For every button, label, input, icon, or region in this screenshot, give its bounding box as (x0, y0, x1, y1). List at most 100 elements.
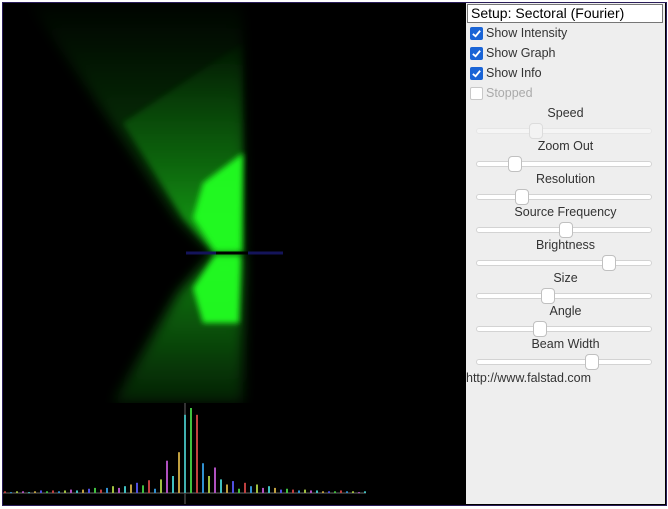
graph-bar (112, 486, 114, 493)
graph-bar (94, 487, 96, 493)
graph-bar (316, 490, 318, 493)
slider-thumb[interactable] (584, 354, 599, 370)
graph-bar (136, 482, 138, 493)
graph-bar (286, 488, 288, 493)
graph-bar (52, 490, 54, 493)
graph-bar (364, 491, 366, 493)
graph-bar (142, 485, 144, 493)
graph-bar (4, 491, 6, 493)
checkbox-checked-icon[interactable] (470, 66, 483, 80)
checkbox-label: Show Info (486, 66, 542, 80)
falstad-link[interactable]: http://www.falstad.com (466, 371, 591, 385)
slider-thumb[interactable] (532, 321, 547, 337)
graph-bar (196, 414, 198, 493)
graph-bar (130, 484, 132, 493)
graph-bar (118, 487, 120, 493)
checkbox-label: Show Graph (486, 46, 556, 60)
graph-bar (190, 408, 192, 493)
graph-bar (58, 491, 60, 493)
graph-bar (154, 488, 156, 493)
graph-bar (166, 460, 168, 493)
zoom-out-slider[interactable] (476, 156, 652, 172)
checkbox-label: Stopped (486, 86, 533, 100)
beam-width-slider[interactable] (476, 354, 652, 370)
checkbox-checked-icon[interactable] (470, 46, 483, 60)
resolution-slider[interactable] (476, 189, 652, 205)
speed-slider[interactable] (476, 123, 652, 139)
graph-bar (28, 492, 30, 494)
setup-select[interactable]: Setup: Sectoral (Fourier) (467, 4, 663, 23)
graph-bar (256, 484, 258, 493)
graph-bar (274, 487, 276, 493)
show-intensity-checkbox[interactable]: Show Intensity (470, 24, 567, 42)
slider-label: Source Frequency (514, 205, 617, 219)
graph-bar (46, 491, 48, 493)
graph-bar (352, 491, 354, 493)
graph-bar (178, 452, 180, 493)
checkbox-checked-icon[interactable] (470, 26, 483, 40)
control-panel: Setup: Sectoral (Fourier) Show Intensity… (466, 3, 665, 504)
slider-label: Angle (549, 304, 582, 318)
checkbox-unchecked-icon[interactable] (470, 86, 483, 100)
graph-bar (76, 490, 78, 493)
graph-bar (172, 476, 174, 493)
slider-thumb[interactable] (508, 156, 523, 172)
slider-thumb[interactable] (515, 189, 530, 205)
graph-bar (184, 414, 186, 493)
slider-thumb[interactable] (541, 288, 556, 304)
graph-bar (358, 492, 360, 494)
slider-label: Size (553, 271, 578, 285)
wave-intensity-field (28, 3, 243, 403)
graph-bar (280, 489, 282, 493)
graph-bar (268, 486, 270, 493)
checkbox-label: Show Intensity (486, 26, 568, 40)
graph-bar (34, 491, 36, 493)
graph-bar (16, 491, 18, 493)
graph-bar (214, 467, 216, 493)
stopped-checkbox[interactable]: Stopped (470, 84, 533, 102)
graph-bar (346, 491, 348, 493)
graph-bar (10, 492, 12, 494)
graph-bar (124, 486, 126, 493)
slider-label: Zoom Out (537, 139, 594, 153)
graph-bar (40, 490, 42, 493)
graph-bar (100, 489, 102, 493)
brightness-slider[interactable] (476, 255, 652, 271)
graph-bar (148, 480, 150, 493)
slider-label: Brightness (535, 238, 596, 252)
slider-label: Resolution (535, 172, 596, 186)
graph-bar (238, 488, 240, 493)
graph-bar (334, 491, 336, 493)
graph-bar (220, 479, 222, 493)
graph-bar (304, 489, 306, 493)
slider-thumb[interactable] (529, 123, 544, 139)
slider-thumb[interactable] (558, 222, 573, 238)
slider-thumb[interactable] (602, 255, 617, 271)
simulation-canvas[interactable] (3, 3, 465, 504)
graph-bar (22, 491, 24, 493)
graph-bar (328, 491, 330, 493)
source-frequency-slider[interactable] (476, 222, 652, 238)
graph-bar (292, 489, 294, 493)
graph-bar (298, 490, 300, 493)
graph-bar (208, 476, 210, 493)
graph-bar (160, 479, 162, 493)
show-graph-checkbox[interactable]: Show Graph (470, 44, 555, 62)
graph-bar (64, 490, 66, 493)
graph-bar (310, 490, 312, 493)
graph-bar (232, 481, 234, 493)
graph-bar (322, 491, 324, 493)
show-info-checkbox[interactable]: Show Info (470, 64, 542, 82)
slider-label: Beam Width (531, 337, 600, 351)
graph-bar (88, 488, 90, 493)
graph-bar (106, 487, 108, 493)
graph-bar (340, 490, 342, 493)
graph-bar (250, 486, 252, 493)
graph-bar (82, 489, 84, 493)
angle-slider[interactable] (476, 321, 652, 337)
graph-bar (244, 482, 246, 493)
graph-bar (226, 484, 228, 493)
graph-bar (262, 487, 264, 493)
size-slider[interactable] (476, 288, 652, 304)
graph-bar (202, 463, 204, 493)
